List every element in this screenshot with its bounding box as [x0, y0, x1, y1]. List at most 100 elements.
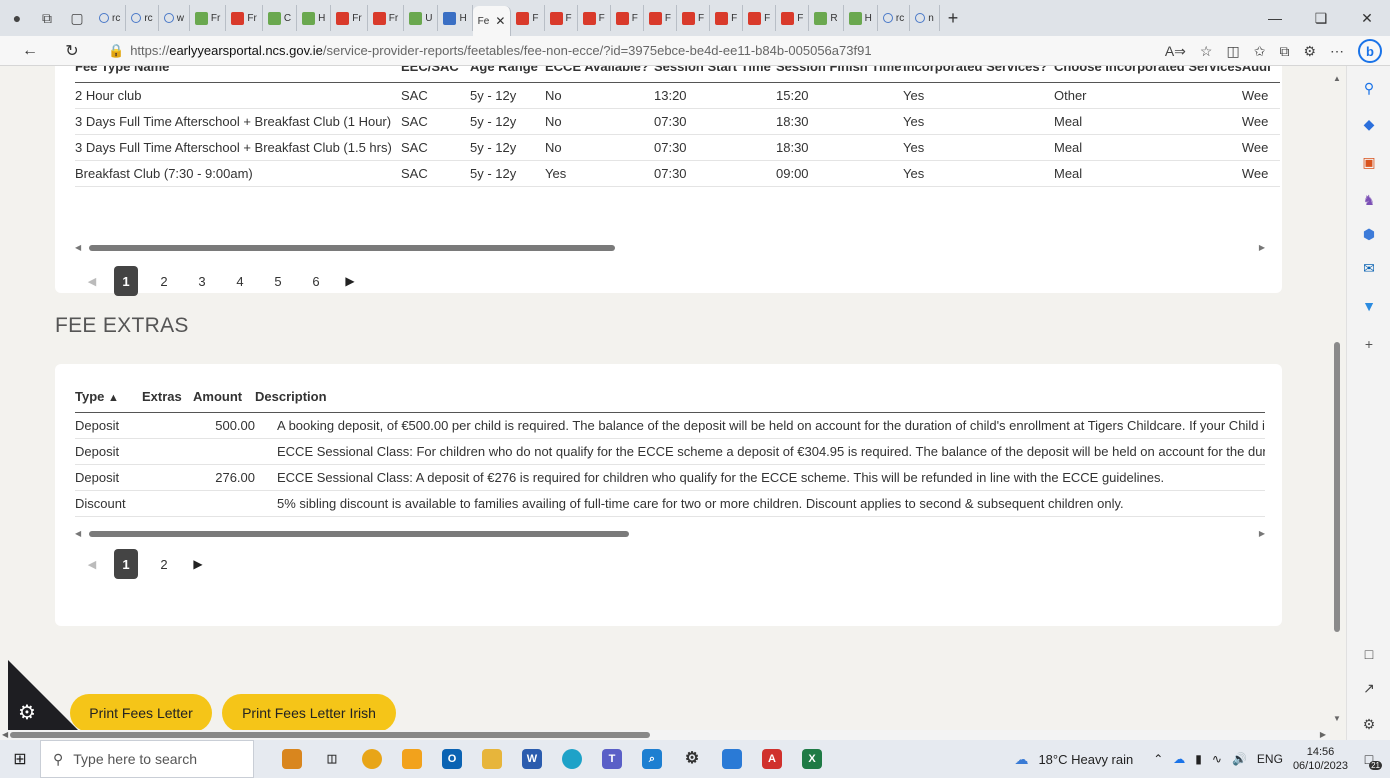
drop-icon[interactable]: ▼: [1357, 294, 1381, 318]
remote-desktop-icon[interactable]: [712, 740, 752, 778]
horizontal-scrollbar-thumb[interactable]: [10, 732, 650, 738]
games-icon[interactable]: ♞: [1357, 188, 1381, 212]
browser-tab[interactable]: rc: [126, 5, 159, 31]
fee-table-scrollbar[interactable]: ◀ ▶: [75, 243, 1265, 253]
minimize-button[interactable]: —: [1252, 0, 1298, 36]
scroll-left-arrow-icon[interactable]: ◀: [75, 529, 81, 538]
scroll-up-arrow-icon[interactable]: ▲: [1333, 74, 1341, 83]
extensions-icon[interactable]: ⚙: [1303, 43, 1316, 60]
browser-tab[interactable]: F: [511, 5, 545, 31]
store-icon[interactable]: [392, 740, 432, 778]
browser-tab[interactable]: U: [404, 5, 439, 31]
edge-icon[interactable]: [552, 740, 592, 778]
volume-icon[interactable]: 🔊: [1232, 752, 1247, 766]
favorites-icon[interactable]: ✩: [1254, 43, 1266, 60]
onedrive-icon[interactable]: ☁: [1173, 752, 1185, 766]
add-sidebar-app-icon[interactable]: +: [1357, 332, 1381, 356]
browser-tab[interactable]: Fr: [190, 5, 227, 31]
scroll-left-arrow-icon[interactable]: ◀: [75, 243, 81, 252]
scrollbar-thumb[interactable]: [89, 531, 629, 537]
outlook-taskbar-icon[interactable]: O: [432, 740, 472, 778]
settings-gear-icon[interactable]: ⚙: [672, 740, 712, 778]
gear-icon[interactable]: ⚙: [18, 700, 36, 725]
browser-tab[interactable]: rc: [878, 5, 911, 31]
sidebar-layout-icon[interactable]: □: [1357, 642, 1381, 666]
browser-tab[interactable]: R: [809, 5, 844, 31]
scrollbar-thumb[interactable]: [89, 245, 615, 251]
restore-button[interactable]: ❏: [1298, 0, 1344, 36]
col-session-start[interactable]: Session Start Time: [654, 66, 776, 82]
close-window-button[interactable]: ✕: [1344, 0, 1390, 36]
col-eec-sac[interactable]: EEC/SAC: [401, 66, 470, 82]
control-app-icon[interactable]: ⌕: [632, 740, 672, 778]
sort-ascending-icon[interactable]: ▲: [108, 392, 119, 404]
notifications-icon[interactable]: □ 21: [1358, 748, 1382, 770]
briefcase-app-icon[interactable]: [272, 740, 312, 778]
scroll-right-arrow-icon[interactable]: ▶: [1259, 529, 1265, 538]
scroll-down-arrow-icon[interactable]: ▼: [1333, 714, 1341, 723]
windows-start-icon[interactable]: ⊞: [0, 740, 40, 778]
shopping-tag-icon[interactable]: ◆: [1357, 112, 1381, 136]
bing-chat-icon[interactable]: b: [1358, 39, 1382, 63]
weather-text[interactable]: 18°C Heavy rain: [1038, 752, 1133, 767]
microsoft-365-icon[interactable]: ⬢: [1357, 222, 1381, 246]
clock[interactable]: 14:56 06/10/2023: [1293, 745, 1348, 773]
task-view-icon[interactable]: ◫: [312, 740, 352, 778]
word-icon[interactable]: W: [512, 740, 552, 778]
col-amount[interactable]: Amount: [193, 382, 255, 412]
pager-page-4[interactable]: 4: [221, 266, 259, 296]
sidebar-settings-icon[interactable]: ⚙: [1357, 712, 1381, 736]
close-tab-icon[interactable]: ✕: [495, 14, 505, 28]
active-browser-tab[interactable]: Fe ✕: [472, 6, 512, 36]
battery-icon[interactable]: ▮: [1195, 752, 1202, 766]
weather-icon[interactable]: ☁: [1014, 751, 1028, 768]
table-row[interactable]: Deposit 276.00 ECCE Sessional Class: A dep…: [75, 464, 1265, 491]
col-description[interactable]: Description: [255, 382, 1265, 412]
back-button[interactable]: ←: [14, 36, 46, 66]
browser-tab[interactable]: F: [743, 5, 777, 31]
table-row[interactable]: Breakfast Club (7:30 - 9:00am) SAC 5y - 12…: [75, 160, 1280, 187]
browser-tab[interactable]: Fr: [368, 5, 405, 31]
acrobat-icon[interactable]: A: [752, 740, 792, 778]
page-vertical-scrollbar[interactable]: ▲ ▼: [1331, 66, 1343, 730]
browser-tab[interactable]: F: [710, 5, 744, 31]
table-row[interactable]: 3 Days Full Time Afterschool + Breakfast…: [75, 134, 1280, 161]
teams-icon[interactable]: T: [592, 740, 632, 778]
new-tab-button[interactable]: +: [948, 8, 959, 29]
browser-tab[interactable]: F: [677, 5, 711, 31]
col-incorporated-services[interactable]: Incorporated Services?: [903, 66, 1054, 82]
taskbar-search-box[interactable]: ⚲ Type here to search: [40, 740, 254, 778]
browser-tab[interactable]: Fr: [331, 5, 368, 31]
open-external-icon[interactable]: ↗: [1357, 676, 1381, 700]
fee-extras-scrollbar[interactable]: ◀ ▶: [75, 529, 1265, 539]
browser-tab[interactable]: C: [263, 5, 298, 31]
vertical-scrollbar-thumb[interactable]: [1334, 342, 1340, 632]
col-additional[interactable]: Addi: [1242, 66, 1280, 82]
table-row[interactable]: Discount 5% sibling discount is available…: [75, 490, 1265, 517]
pager-page-1[interactable]: 1: [114, 266, 138, 296]
scroll-right-arrow-icon[interactable]: ▶: [1320, 730, 1326, 739]
col-extras[interactable]: Extras: [142, 382, 193, 412]
print-fees-letter-button[interactable]: Print Fees Letter: [70, 694, 212, 732]
pager-page-5[interactable]: 5: [259, 266, 297, 296]
file-explorer-icon[interactable]: [472, 740, 512, 778]
browser-tab[interactable]: F: [545, 5, 578, 31]
browser-tab[interactable]: H: [844, 5, 878, 31]
pager-prev-icon[interactable]: ◀: [77, 266, 107, 296]
tab-actions-icon[interactable]: ▢: [66, 7, 88, 29]
col-age-range[interactable]: Age Range: [470, 66, 545, 82]
print-fees-letter-irish-button[interactable]: Print Fees Letter Irish: [222, 694, 396, 732]
collections-icon[interactable]: ⧉: [1279, 43, 1289, 60]
browser-tab[interactable]: F: [611, 5, 644, 31]
col-fee-type-name[interactable]: Fee Type Name: [75, 66, 401, 82]
browser-tab[interactable]: F: [644, 5, 677, 31]
browser-tab[interactable]: n: [910, 5, 940, 31]
language-indicator[interactable]: ENG: [1257, 752, 1283, 766]
favorite-star-icon[interactable]: ☆: [1200, 43, 1213, 60]
url-field[interactable]: 🔒 https://earlyyearsportal.ncs.gov.ie/se…: [108, 43, 1048, 59]
workspaces-icon[interactable]: ⧉: [36, 7, 58, 29]
browser-tab[interactable]: F: [578, 5, 611, 31]
col-ecce-available[interactable]: ECCE Available?: [545, 66, 654, 82]
pager-prev-icon[interactable]: ◀: [77, 549, 107, 579]
table-row[interactable]: Deposit ECCE Sessional Class: For childre…: [75, 438, 1265, 465]
